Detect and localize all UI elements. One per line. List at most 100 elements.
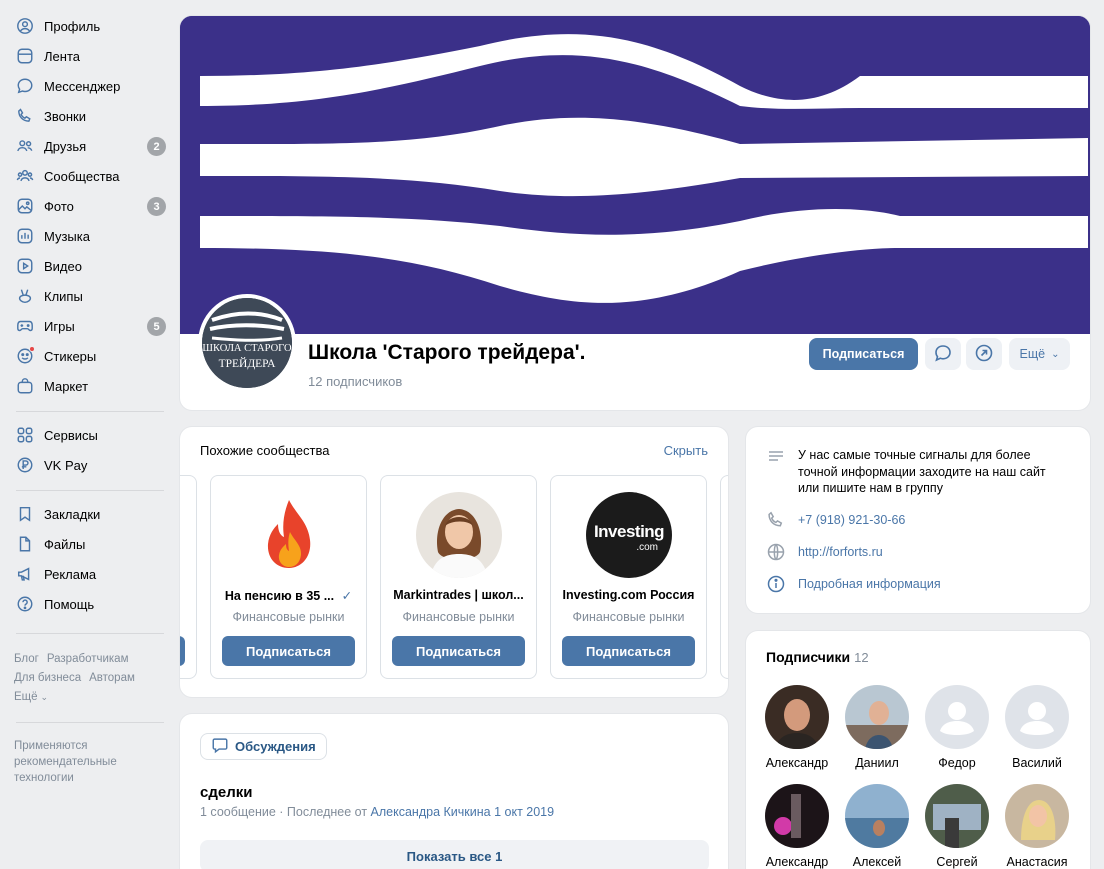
clips-icon [16, 287, 34, 305]
subscriber-name: Александр [765, 855, 829, 869]
similar-name: На пенсию в 35 ... ✓ [219, 588, 358, 603]
group-title: Школа 'Старого трейдера'. [308, 341, 586, 364]
group-avatar: ШКОЛА СТАРОГО ТРЕЙДЕРА [202, 298, 292, 388]
nav-bookmarks[interactable]: Закладки [8, 500, 170, 528]
nav-ads[interactable]: Реклама [8, 560, 170, 588]
nav-stickers[interactable]: Стикеры [8, 342, 170, 370]
group-subscribers-count[interactable]: 12 подписчиков [308, 374, 402, 389]
nav-communities[interactable]: Сообщества [8, 162, 170, 190]
nav-label: Музыка [44, 228, 90, 244]
message-icon [933, 343, 953, 366]
discussion-topic-title[interactable]: сделки [200, 784, 252, 801]
nav-label: VK Pay [44, 457, 88, 473]
nav-market[interactable]: Маркет [8, 372, 170, 400]
hide-similar-link[interactable]: Скрыть [664, 443, 708, 458]
similar-card-partial[interactable] [180, 475, 197, 679]
cover-waves [180, 16, 1090, 334]
footer-link-business[interactable]: Для бизнеса [14, 672, 81, 684]
subscriber[interactable]: Сергей [917, 784, 997, 869]
subscriber-name: Александр [765, 756, 829, 770]
message-button[interactable] [925, 338, 961, 370]
discussions-tab-label: Обсуждения [235, 739, 316, 754]
similar-name: Markintrades | школ... [393, 588, 524, 602]
footer-link-blog[interactable]: Блог [14, 653, 39, 665]
nav-friends[interactable]: Друзья 2 [8, 132, 170, 160]
group-avatar-frame[interactable]: ШКОЛА СТАРОГО ТРЕЙДЕРА [198, 294, 296, 392]
more-dropdown-button[interactable]: Ещё ⌄ [1009, 338, 1070, 370]
subscriber[interactable]: Анастасия [997, 784, 1077, 869]
nav-messenger[interactable]: Мессенджер [8, 72, 170, 100]
nav-services[interactable]: Сервисы [8, 421, 170, 449]
subscriber[interactable]: Александр [757, 784, 837, 869]
help-icon [16, 595, 34, 613]
info-icon [766, 574, 786, 594]
subscriber[interactable]: Александр [757, 685, 837, 770]
default-avatar-icon [1005, 685, 1069, 749]
nav-clips[interactable]: Клипы [8, 282, 170, 310]
nav-divider [16, 490, 164, 491]
avatar-text-2: ТРЕЙДЕРА [218, 358, 276, 370]
nav-files[interactable]: Файлы [8, 530, 170, 558]
nav-photo[interactable]: Фото 3 [8, 192, 170, 220]
discussion-date-link[interactable]: 1 окт 2019 [494, 805, 554, 819]
similar-card-partial[interactable] [720, 475, 728, 679]
info-details-link[interactable]: Подробная информация [798, 574, 941, 594]
nav-label: Стикеры [44, 348, 97, 364]
nav-help[interactable]: Помощь [8, 590, 170, 618]
investing-logo-sub: .com [636, 542, 658, 553]
info-site-link[interactable]: http://forforts.ru [798, 542, 883, 562]
games-count-badge: 5 [147, 317, 166, 336]
stickers-icon [16, 346, 35, 365]
nav-calls[interactable]: Звонки [8, 102, 170, 130]
person-photo [416, 492, 502, 578]
similar-card[interactable]: На пенсию в 35 ... ✓ Финансовые рынки По… [210, 475, 367, 679]
nav-profile[interactable]: Профиль [8, 12, 170, 40]
investing-logo-text: Investing [593, 522, 665, 541]
similar-card[interactable]: Markintrades | школ... Финансовые рынки … [380, 475, 537, 679]
discussion-meta-prefix: 1 сообщение · Последнее от [200, 805, 371, 819]
nav-label: Друзья [44, 138, 87, 154]
nav-video[interactable]: Видео [8, 252, 170, 280]
footer-link-more[interactable]: Ещё ⌄ [14, 691, 56, 703]
nav-games[interactable]: Игры 5 [8, 312, 170, 340]
subscriber-avatar [765, 784, 829, 848]
footer-link-developers[interactable]: Разработчикам [47, 653, 129, 665]
subscriber-name: Сергей [936, 855, 978, 869]
nav-label: Клипы [44, 288, 83, 304]
show-all-discussions-button[interactable]: Показать все 1 [200, 840, 709, 869]
friends-icon [16, 137, 34, 155]
subscriber[interactable]: Даниил [837, 685, 917, 770]
info-site-row: http://forforts.ru [766, 542, 883, 562]
nav-vkpay[interactable]: VK Pay [8, 451, 170, 479]
left-navigation: Профиль Лента Мессенджер Звонки Друзья 2… [0, 0, 176, 869]
nav-label: Помощь [44, 596, 95, 612]
nav-label: Маркет [44, 378, 89, 394]
nav-feed[interactable]: Лента [8, 42, 170, 70]
nav-music[interactable]: Музыка [8, 222, 170, 250]
footer-link-authors[interactable]: Авторам [89, 672, 135, 684]
discussion-author-link[interactable]: Александра Кичкина [371, 805, 491, 819]
subscriber[interactable]: Федор [917, 685, 997, 770]
music-icon [16, 227, 34, 245]
chevron-down-icon: ⌄ [1051, 348, 1060, 360]
similar-name: Investing.com Россия [562, 588, 695, 602]
similar-subscribe-button[interactable]: Подписаться [562, 636, 695, 666]
fire-icon [246, 492, 332, 578]
nav-label: Файлы [44, 536, 86, 552]
share-button[interactable] [966, 338, 1002, 370]
subscriber[interactable]: Алексей [837, 784, 917, 869]
avatar-text-1: ШКОЛА СТАРОГО [202, 343, 292, 354]
partial-subscribe-button[interactable] [180, 636, 185, 666]
subscribers-title[interactable]: Подписчики 12 [766, 649, 869, 665]
subscribe-button[interactable]: Подписаться [809, 338, 918, 370]
info-phone-link[interactable]: +7 (918) 921-30-66 [798, 510, 905, 530]
subscriber-name: Василий [1012, 756, 1062, 770]
discussions-tab[interactable]: Обсуждения [200, 733, 327, 760]
subscriber-name: Федор [938, 756, 976, 770]
similar-subscribe-button[interactable]: Подписаться [392, 636, 525, 666]
subscriber[interactable]: Василий [997, 685, 1077, 770]
subscriber-avatar [845, 784, 909, 848]
similar-card[interactable]: Investing .com Investing.com Россия Фина… [550, 475, 707, 679]
subscriber-name: Алексей [852, 855, 902, 869]
similar-subscribe-button[interactable]: Подписаться [222, 636, 355, 666]
